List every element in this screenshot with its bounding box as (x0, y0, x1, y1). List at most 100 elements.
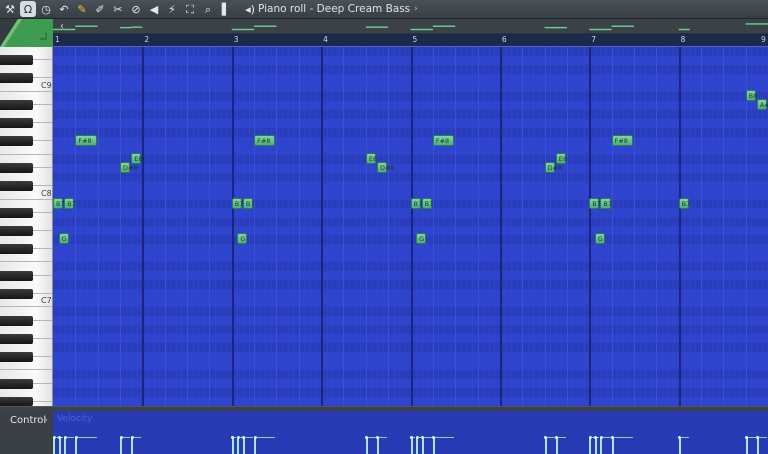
black-key[interactable] (0, 181, 33, 192)
piano-roll-title[interactable]: ◂) Piano roll - Deep Cream Bass › (240, 1, 418, 17)
velocity-bar[interactable] (53, 437, 55, 454)
piano-keyboard[interactable]: C9 C8 C7 (0, 47, 53, 406)
velocity-bar[interactable] (421, 437, 424, 454)
black-key[interactable] (0, 288, 33, 299)
black-key[interactable] (0, 226, 33, 236)
note[interactable]: B7 (242, 197, 255, 209)
note[interactable]: B8 (745, 89, 757, 101)
playback-tool-icon[interactable]: ▌ (218, 1, 234, 17)
black-key[interactable] (0, 333, 33, 344)
note[interactable]: G (594, 233, 605, 245)
black-key[interactable] (0, 163, 33, 174)
note[interactable]: B7 (589, 197, 601, 209)
note[interactable]: B7 (53, 197, 65, 209)
slice-tool-icon[interactable]: ⚡ (164, 1, 180, 17)
black-key[interactable] (0, 315, 33, 326)
note[interactable]: E8 (131, 152, 142, 164)
note[interactable]: E8 (555, 152, 567, 164)
volume-tool-icon[interactable]: ◀ (146, 1, 162, 17)
mute-tool-icon[interactable]: ⊘ (128, 1, 144, 17)
step-line (611, 47, 613, 406)
black-key[interactable] (0, 243, 33, 254)
velocity-bar[interactable] (678, 437, 681, 454)
note[interactable]: E8 (365, 152, 377, 164)
time-ruler[interactable]: 1 2 3 4 5 6 7 8 9 (53, 34, 768, 47)
undo-icon[interactable]: ↶ (56, 1, 72, 17)
note[interactable]: D#8 (544, 161, 562, 173)
note[interactable]: G (58, 233, 69, 245)
step-line (393, 47, 395, 406)
speaker-icon[interactable]: ◂) (242, 1, 258, 17)
velocity-bar[interactable] (254, 437, 257, 454)
velocity-bar[interactable] (756, 437, 759, 454)
note[interactable]: G (237, 233, 248, 245)
black-key[interactable] (0, 351, 33, 362)
velocity-bar[interactable] (611, 437, 614, 454)
velocity-bar[interactable] (131, 437, 134, 454)
paint-brush-icon[interactable]: ✐ (92, 1, 108, 17)
control-label[interactable]: Control (10, 415, 46, 426)
black-key[interactable] (0, 73, 33, 84)
velocity-bar[interactable] (75, 437, 78, 454)
delete-tool-icon[interactable]: ✂ (110, 1, 126, 17)
velocity-bar[interactable] (589, 437, 592, 454)
ruler-bar-number: 8 (680, 35, 686, 44)
velocity-bar[interactable] (376, 437, 379, 454)
note-grid[interactable]: F#8 D#8 E8 B7 B7 G F#8 B7 B7 G E8 D#8 F#8 B7 B7 G D#8 E8 F… (53, 47, 768, 406)
velocity-bar[interactable] (544, 437, 547, 454)
velocity-bar[interactable] (594, 437, 597, 454)
velocity-bar[interactable] (416, 437, 419, 454)
step-line (622, 47, 624, 406)
black-key[interactable] (0, 55, 33, 66)
note[interactable]: B7 (678, 197, 690, 209)
timer-icon[interactable]: ◷ (38, 1, 54, 17)
velocity-bar[interactable] (231, 437, 234, 454)
note[interactable]: B7 (600, 197, 612, 209)
note-label: F#8 (435, 136, 450, 145)
velocity-bar[interactable] (410, 437, 413, 454)
note[interactable]: D#8 (120, 161, 138, 173)
velocity-bar[interactable] (432, 437, 435, 454)
velocity-bar[interactable] (120, 437, 123, 454)
velocity-bar[interactable] (58, 437, 61, 454)
velocity-bar[interactable] (555, 437, 558, 454)
note[interactable]: B7 (231, 197, 243, 209)
velocity-bar[interactable] (745, 437, 748, 454)
black-key[interactable] (0, 100, 33, 111)
pencil-icon[interactable]: ✎ (74, 1, 90, 17)
note[interactable]: F#8 (75, 134, 97, 146)
black-key[interactable] (0, 396, 33, 406)
note[interactable]: B7 (410, 197, 422, 209)
black-key[interactable] (0, 118, 33, 129)
black-key[interactable] (0, 208, 33, 219)
note[interactable]: B7 (421, 197, 433, 209)
velocity-bar[interactable] (600, 437, 603, 454)
step-line (550, 47, 552, 406)
black-key[interactable] (0, 270, 33, 281)
note[interactable]: D#8 (376, 161, 395, 173)
velocity-pane[interactable]: Velocity (53, 411, 768, 454)
step-line (159, 47, 161, 406)
note[interactable]: G (416, 233, 427, 245)
zoom-tool-icon[interactable]: ⌕ (200, 1, 216, 17)
black-key[interactable] (0, 136, 33, 147)
control-target-arrow[interactable]: › (45, 416, 48, 424)
tool-settings-icon[interactable]: ⚒ (2, 1, 18, 17)
magnet-icon[interactable]: Ω (20, 1, 36, 17)
black-key[interactable] (0, 378, 33, 389)
select-tool-icon[interactable]: ⛶ (182, 1, 198, 17)
overview-scroll-left-icon[interactable]: ‹ (55, 19, 69, 34)
note[interactable]: F#8 (432, 134, 455, 146)
note[interactable]: F#8 (611, 134, 633, 146)
velocity-bar[interactable] (242, 437, 245, 454)
note[interactable]: F#8 (254, 134, 276, 146)
stamp-icon[interactable] (0, 19, 53, 47)
velocity-bar[interactable] (64, 437, 67, 454)
octave-label: C7 (41, 296, 52, 306)
title-menu-arrow[interactable]: › (414, 4, 418, 14)
note[interactable]: B7 (64, 197, 76, 209)
velocity-bar[interactable] (237, 437, 240, 454)
pattern-overview[interactable] (53, 19, 768, 34)
note[interactable]: A#8 (756, 98, 768, 110)
velocity-bar[interactable] (365, 437, 368, 454)
